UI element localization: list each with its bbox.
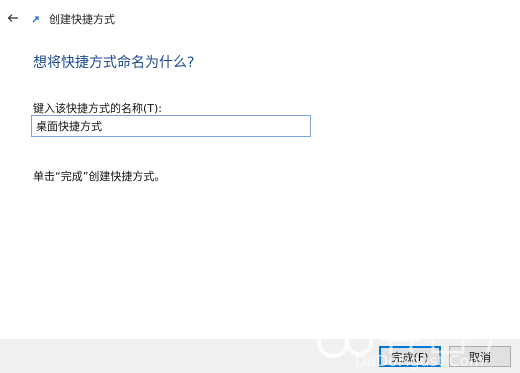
create-shortcut-dialog: 创建快捷方式 想将快捷方式命名为什么? 键入该快捷方式的名称(T): 单击“完成… bbox=[0, 0, 520, 373]
name-field-label: 键入该快捷方式的名称(T): bbox=[33, 102, 163, 115]
back-button[interactable] bbox=[4, 10, 22, 26]
window-title: 创建快捷方式 bbox=[49, 13, 115, 26]
back-arrow-icon bbox=[7, 14, 18, 22]
finish-button[interactable]: 完成(F) bbox=[379, 346, 441, 367]
finish-hint-text: 单击“完成”创建快捷方式。 bbox=[33, 170, 166, 183]
shortcut-arrow-icon bbox=[31, 14, 41, 24]
title-bar: 创建快捷方式 bbox=[0, 0, 520, 34]
page-heading: 想将快捷方式命名为什么? bbox=[33, 55, 195, 71]
cancel-button[interactable]: 取消 bbox=[449, 346, 511, 367]
shortcut-name-input[interactable] bbox=[31, 115, 311, 137]
dialog-footer: 完成(F) 取消 bbox=[0, 339, 520, 373]
